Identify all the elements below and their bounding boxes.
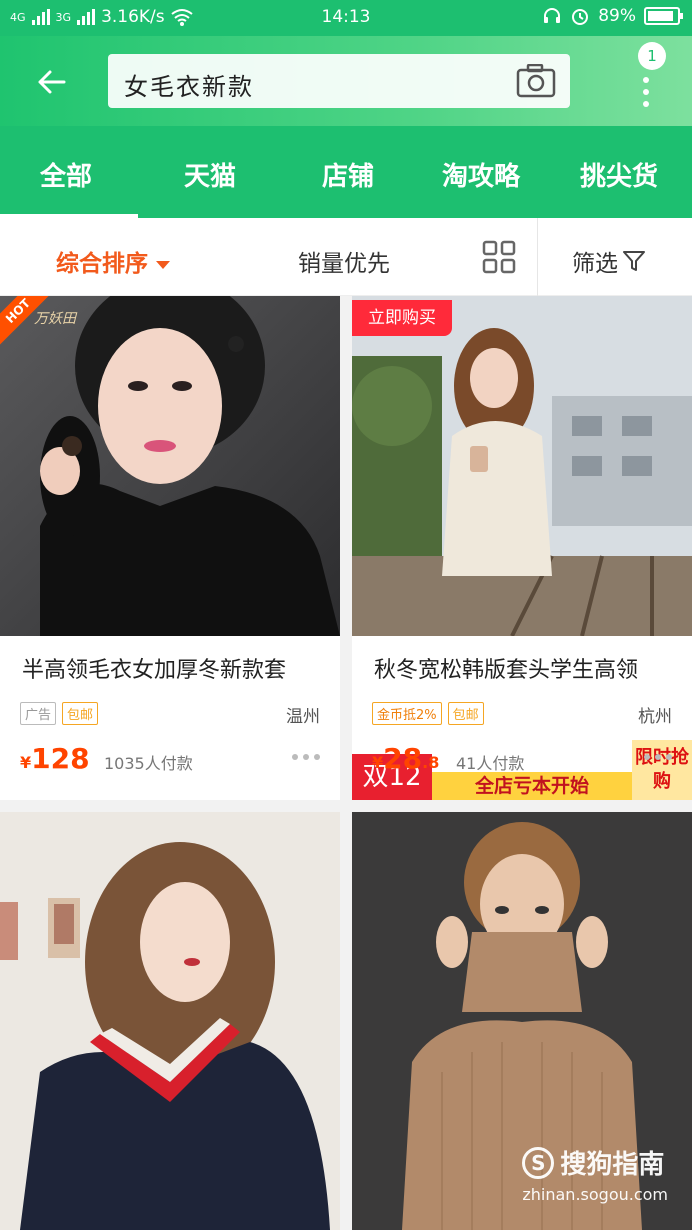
product-image[interactable] (0, 812, 340, 1230)
product-image[interactable] (352, 296, 692, 636)
sort-sales-button[interactable]: 销量优先 (298, 244, 390, 278)
product-tags: 金币抵2% 包邮 (372, 702, 484, 725)
divider (537, 218, 538, 296)
product-title[interactable]: 秋冬宽松韩版套头学生高领 (374, 652, 638, 684)
dropdown-caret-icon (156, 260, 170, 269)
clock: 14:13 (321, 7, 371, 27)
watermark-url: zhinan.sogou.com (522, 1185, 668, 1204)
headset-icon (544, 8, 561, 23)
sogou-logo-icon: S (522, 1146, 555, 1179)
alarm-icon (572, 9, 589, 25)
product-card[interactable]: S 搜狗指南 zhinan.sogou.com (352, 812, 692, 1230)
sort-default-label: 综合排序 (56, 251, 148, 277)
price-integer: 128 (31, 742, 90, 775)
free-shipping-tag: 包邮 (62, 702, 99, 725)
watermark-title: 搜狗指南 (560, 1150, 665, 1180)
product-tags: 广告 包邮 (20, 702, 99, 725)
status-bar: 4G 3G 3.16K/s 14:13 89% (0, 0, 692, 36)
search-header: 女毛衣新款 1 (0, 36, 692, 126)
product-card[interactable] (0, 812, 340, 1230)
tab-all[interactable]: 全部 (40, 156, 92, 193)
product-card[interactable]: 立即购买 双12 全店亏本开始 限时抢购 秋冬宽松韩版套头学生高领 金币抵2% … (352, 296, 692, 800)
back-arrow-icon[interactable] (34, 64, 70, 100)
watermark: S 搜狗指南 zhinan.sogou.com (522, 1144, 668, 1204)
flash-sale-label: 限时抢购 (632, 740, 692, 800)
battery-icon (644, 7, 683, 25)
sort-default-button[interactable]: 综合排序 (56, 244, 170, 278)
tab-picks[interactable]: 挑尖货 (580, 156, 658, 193)
free-shipping-tag: 包邮 (447, 702, 484, 725)
ad-tag: 广告 (20, 702, 57, 725)
price-currency: ¥ (20, 753, 32, 772)
promo-text: 全店亏本开始 (432, 772, 632, 800)
price-decimal: .8 (422, 753, 440, 772)
buy-now-badge[interactable]: 立即购买 (352, 300, 452, 336)
sort-bar: 综合排序 销量优先 筛选 (0, 218, 692, 296)
notification-badge: 1 (638, 42, 666, 70)
product-price: ¥128 (20, 742, 90, 775)
seller-location: 杭州 (638, 707, 672, 727)
coin-discount-tag: 金币抵2% (372, 702, 442, 725)
price-integer: 28 (383, 742, 423, 775)
filter-label: 筛选 (572, 251, 618, 277)
camera-icon[interactable] (516, 64, 556, 98)
sales-count: 41人付款 (456, 754, 525, 773)
product-image[interactable] (0, 296, 340, 636)
product-price: ¥28.8 (372, 742, 439, 775)
category-tabs: 全部 天猫 店铺 淘攻略 挑尖货 (0, 126, 692, 218)
brand-logo: 万妖田 (34, 311, 76, 327)
price-currency: ¥ (372, 753, 384, 772)
filter-funnel-icon (623, 251, 645, 271)
battery-percent: 89% (598, 6, 636, 26)
filter-button[interactable]: 筛选 (572, 244, 646, 278)
more-options-icon[interactable] (644, 754, 672, 760)
search-input[interactable]: 女毛衣新款 (108, 54, 570, 108)
grid-view-icon[interactable] (482, 240, 516, 274)
more-options-icon[interactable] (292, 754, 320, 760)
tab-tmall[interactable]: 天猫 (184, 156, 236, 193)
tab-shops[interactable]: 店铺 (322, 156, 374, 193)
product-card[interactable]: HOT 万妖田 半高领毛衣女加厚冬新款套 广告 包邮 温州 ¥128 1035人… (0, 296, 340, 800)
seller-location: 温州 (286, 707, 320, 727)
product-title[interactable]: 半高领毛衣女加厚冬新款套 (22, 652, 286, 684)
tab-guides[interactable]: 淘攻略 (442, 156, 520, 193)
search-query: 女毛衣新款 (124, 73, 254, 101)
sales-count: 1035人付款 (104, 754, 193, 773)
